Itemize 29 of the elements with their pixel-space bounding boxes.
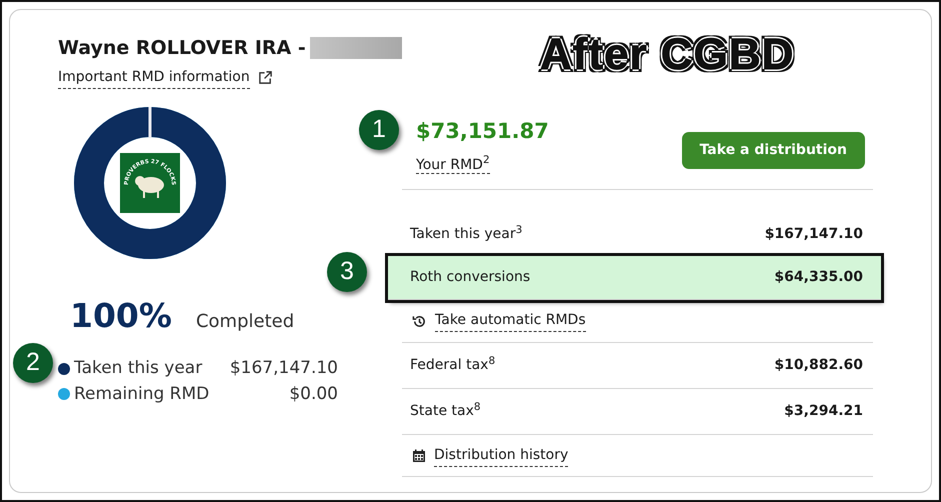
row-amount: $64,335.00 [774, 268, 863, 287]
row-label: State tax$^{8}$ [410, 401, 481, 421]
row-amount: $167,147.10 [764, 225, 863, 244]
percent-complete: 100% [70, 294, 172, 336]
info-link[interactable]: Important RMD information [58, 66, 250, 88]
calendar-icon [412, 448, 426, 462]
row-label: Federal tax$^{8}$ [410, 355, 496, 375]
completed-label: Completed [196, 310, 294, 334]
row-link[interactable]: Take automatic RMDs [435, 310, 586, 332]
row-label: Taken this year$^{3}$ [410, 224, 522, 244]
legend-label: Remaining RMD [74, 382, 210, 406]
row-link[interactable]: Distribution history [434, 444, 568, 466]
history-icon [412, 314, 427, 328]
external-link-icon[interactable] [258, 70, 273, 85]
account-title: Wayne ROLLOVER IRA - [58, 36, 306, 61]
legend-amount: $0.00 [289, 382, 338, 406]
overlay-title: After CGBD [540, 29, 794, 81]
row-amount: $3,294.21 [784, 402, 863, 421]
legend-amount: $167,147.10 [230, 357, 338, 380]
legend-label: Taken this year [74, 357, 202, 380]
row-amount: $10,882.60 [774, 356, 863, 375]
rmd-amount: $73,151.87 [416, 118, 549, 145]
distribution-button[interactable]: Take a distribution [682, 132, 865, 169]
rmd-label[interactable]: Your RMD$^{2}$ [416, 156, 490, 174]
step-marker: 1 [359, 110, 399, 150]
sheep-logo [120, 152, 180, 212]
step-marker: 2 [13, 343, 53, 383]
row-label: Roth conversions [410, 268, 530, 287]
step-marker: 3 [327, 252, 367, 292]
